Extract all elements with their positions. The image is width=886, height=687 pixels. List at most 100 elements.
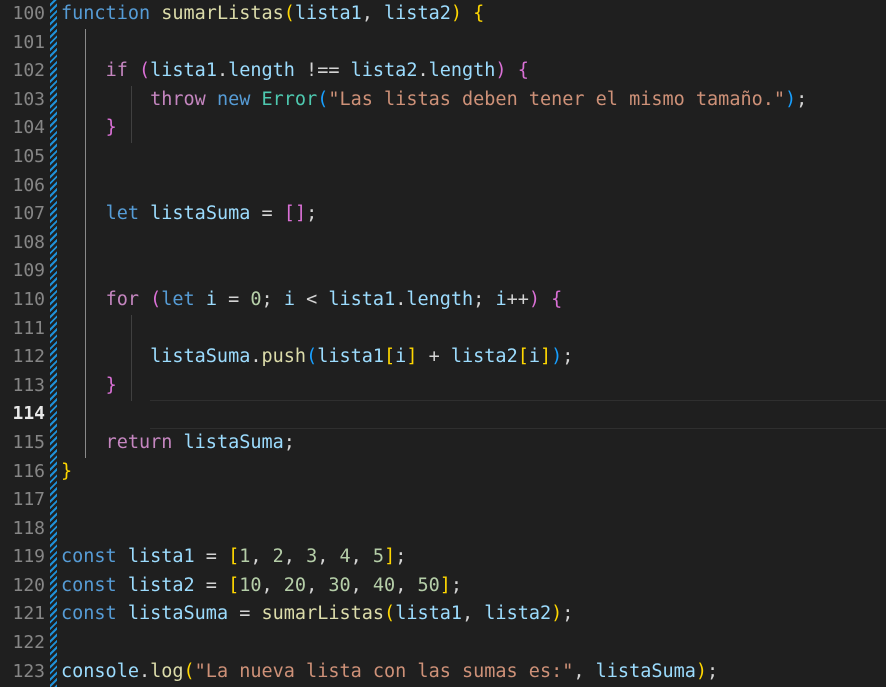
token-var: listaSuma (150, 203, 251, 225)
line-number: 121 (12, 603, 45, 625)
code-line[interactable]: 107 let listaSuma = []; (0, 200, 886, 229)
code-text[interactable]: throw new Error("Las listas deben tener … (61, 86, 807, 115)
code-line[interactable]: 100 function sumarListas(lista1, lista2) … (0, 0, 886, 29)
token-num: 3 (306, 546, 318, 568)
code-line[interactable]: 110 for (let i = 0; i < lista1.length; i… (0, 286, 886, 315)
token-punct: = (228, 603, 262, 625)
code-line[interactable]: 102 if (lista1.length !== lista2.length)… (0, 57, 886, 86)
code-line[interactable]: 111 (0, 315, 886, 344)
code-text[interactable]: const lista1 = [1, 2, 3, 4, 5]; (61, 543, 406, 572)
token-num: 50 (417, 574, 440, 596)
code-line[interactable]: 116} (0, 458, 886, 487)
code-line[interactable]: 104 } (0, 114, 886, 143)
token-str: "Las listas deben tener el mismo tamaño.… (328, 88, 786, 110)
token-punct: ; (473, 288, 496, 310)
code-text[interactable]: const listaSuma = sumarListas(lista1, li… (61, 600, 573, 629)
token-ctl: throw (150, 88, 206, 110)
token-var: lista2 (450, 346, 518, 368)
token-punct: ; (261, 288, 284, 310)
token-punct (117, 603, 128, 624)
token-var: lista1 (328, 288, 396, 310)
code-text[interactable]: function sumarListas(lista1, lista2) { (61, 0, 484, 29)
token-punct: = (250, 203, 284, 225)
code-text[interactable]: listaSuma.push(lista1[i] + lista2[i]); (61, 343, 573, 372)
token-br-p: } (105, 117, 117, 139)
token-var: lista2 (350, 60, 418, 82)
token-punct: ; (306, 203, 318, 225)
token-var: lista1 (127, 546, 195, 568)
token-punct: ; (395, 546, 407, 568)
token-br-b: ( (306, 346, 318, 368)
token-var: i (283, 288, 295, 310)
token-num: 20 (283, 574, 307, 596)
code-editor[interactable]: 100 function sumarListas(lista1, lista2) … (0, 0, 886, 687)
token-num: 10 (239, 574, 262, 596)
token-num: 2 (272, 546, 284, 568)
line-number: 116 (12, 460, 45, 482)
token-br-p: { (517, 60, 529, 82)
token-kw: const (61, 574, 117, 596)
token-punct (61, 203, 106, 224)
token-punct: + (417, 346, 451, 368)
code-lines-container[interactable]: 100 function sumarListas(lista1, lista2) … (0, 0, 886, 687)
code-line[interactable]: 119 const lista1 = [1, 2, 3, 4, 5]; (0, 543, 886, 572)
code-line[interactable]: 106 (0, 172, 886, 201)
token-fn: push (261, 346, 307, 368)
token-br-p: ( (138, 60, 151, 82)
code-line[interactable]: 121 const listaSuma = sumarListas(lista1,… (0, 600, 886, 629)
line-number: 110 (12, 288, 45, 310)
code-line[interactable]: 113 } (0, 372, 886, 401)
code-line[interactable]: 103 throw new Error("Las listas deben te… (0, 86, 886, 115)
token-var: listaSuma (595, 660, 696, 682)
token-var: i (528, 346, 540, 368)
code-text[interactable]: } (61, 458, 72, 487)
token-punct (61, 375, 106, 396)
code-text[interactable]: console.log("La nueva lista con las suma… (61, 658, 718, 687)
line-number: 114 (12, 403, 45, 425)
code-text[interactable]: const lista2 = [10, 20, 30, 40, 50]; (61, 572, 462, 601)
code-line[interactable]: 115 return listaSuma; (0, 429, 886, 458)
token-br-y: ] (384, 546, 396, 568)
line-number: 104 (12, 117, 45, 139)
code-text[interactable]: return listaSuma; (61, 429, 295, 458)
token-kw: new (216, 88, 251, 110)
line-number: 102 (12, 60, 45, 82)
code-line[interactable]: 114 (0, 400, 886, 429)
code-text[interactable]: if (lista1.length !== lista2.length) { (61, 57, 529, 86)
token-br-y: { (473, 3, 485, 24)
code-text[interactable]: } (61, 114, 117, 143)
code-line[interactable]: 112 listaSuma.push(lista1[i] + lista2[i]… (0, 343, 886, 372)
token-punct (139, 203, 150, 224)
token-punct (250, 89, 261, 110)
code-line[interactable]: 109 (0, 257, 886, 286)
code-line[interactable]: 120 const lista2 = [10, 20, 30, 40, 50]; (0, 572, 886, 601)
token-var: lista1 (317, 346, 385, 368)
line-number: 108 (12, 231, 45, 253)
token-punct (507, 60, 518, 81)
token-var: i (395, 346, 407, 368)
token-br-p: } (105, 374, 117, 396)
token-fn: sumarListas (261, 603, 385, 625)
code-text[interactable]: } (61, 372, 117, 401)
code-line[interactable]: 123 console.log("La nueva lista con las s… (0, 658, 886, 687)
token-var: listaSuma (150, 346, 251, 368)
line-number: 122 (12, 632, 45, 654)
code-line[interactable]: 108 (0, 229, 886, 258)
indent-guide-level-2-a (131, 86, 132, 143)
token-var: i (205, 288, 217, 310)
token-punct: ; (562, 603, 574, 625)
code-text[interactable]: let listaSuma = []; (61, 200, 318, 229)
token-ctl: for (105, 288, 139, 310)
code-line[interactable]: 117 (0, 486, 886, 515)
token-punct: . (216, 60, 229, 82)
code-line[interactable]: 101 (0, 29, 886, 58)
token-punct: !== (294, 60, 351, 82)
token-br-b: ) (551, 346, 563, 368)
code-line[interactable]: 105 (0, 143, 886, 172)
line-number: 112 (12, 346, 45, 368)
code-text[interactable]: for (let i = 0; i < lista1.length; i++) … (61, 286, 563, 315)
code-line[interactable]: 122 (0, 629, 886, 658)
token-br-y: ) (695, 660, 708, 682)
token-punct: ; (450, 574, 463, 596)
code-line[interactable]: 118 (0, 515, 886, 544)
